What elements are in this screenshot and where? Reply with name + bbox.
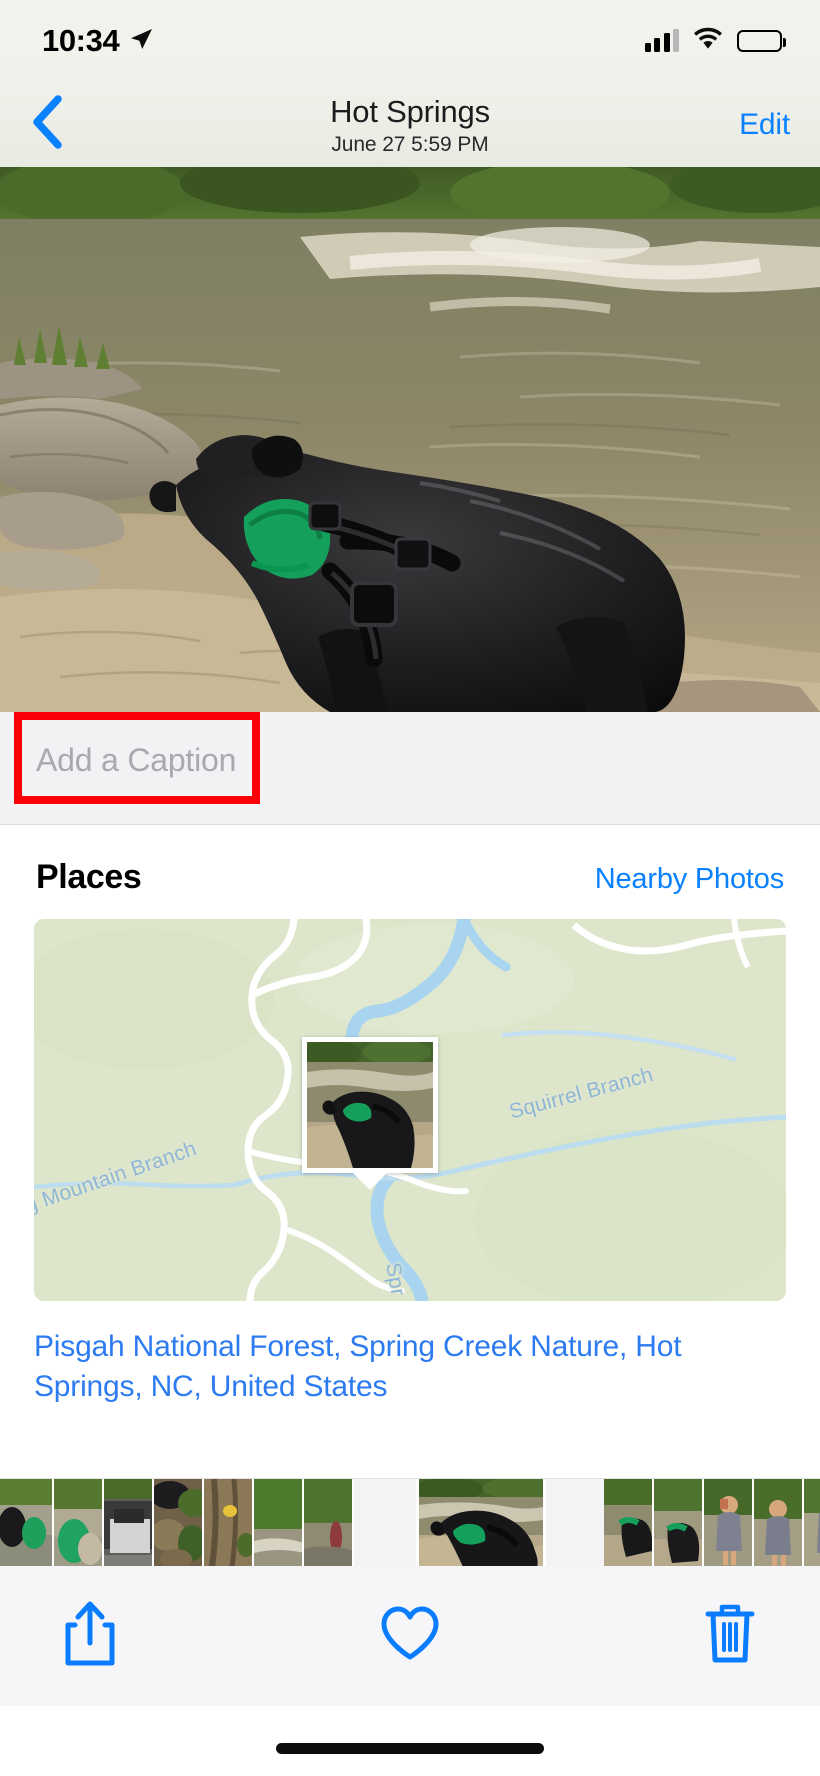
photo-filmstrip[interactable]: [0, 1478, 820, 1566]
filmstrip-thumbnail[interactable]: [704, 1479, 754, 1566]
filmstrip-gap: [546, 1479, 604, 1566]
filmstrip-thumbnail[interactable]: [804, 1479, 820, 1566]
back-button[interactable]: [12, 82, 82, 167]
navigation-bar: Hot Springs June 27 5:59 PM Edit: [0, 82, 820, 167]
location-arrow-icon: [128, 26, 154, 57]
places-header: Places Nearby Photos: [0, 826, 820, 919]
filmstrip-thumbnail[interactable]: [0, 1479, 54, 1566]
wifi-icon: [693, 27, 723, 55]
filmstrip-thumbnail[interactable]: [304, 1479, 354, 1566]
page-subtitle: June 27 5:59 PM: [331, 133, 489, 156]
chevron-left-icon: [30, 95, 64, 154]
battery-full-icon: [737, 30, 786, 52]
status-bar-left: 10:34: [42, 23, 154, 59]
places-map[interactable]: Squirrel Branch g Mountain Branch Spr: [34, 919, 786, 1301]
filmstrip-thumbnail[interactable]: [754, 1479, 804, 1566]
delete-button[interactable]: [690, 1596, 770, 1676]
nearby-photos-button[interactable]: Nearby Photos: [595, 863, 784, 896]
status-bar-right: [644, 27, 786, 55]
places-section: Places Nearby Photos Squirrel Branch g M…: [0, 826, 820, 1407]
filmstrip-thumbnail-selected[interactable]: [416, 1479, 546, 1566]
filmstrip-thumbnail[interactable]: [604, 1479, 654, 1566]
filmstrip-gap: [354, 1479, 416, 1566]
status-bar: 10:34: [0, 0, 820, 82]
photo-image: [0, 167, 820, 712]
bottom-toolbar: [0, 1566, 820, 1706]
share-icon: [62, 1599, 118, 1674]
heart-outline-icon: [379, 1605, 441, 1668]
filmstrip-thumbnail[interactable]: [104, 1479, 154, 1566]
filmstrip-thumbnail[interactable]: [154, 1479, 204, 1566]
home-indicator-bar[interactable]: [276, 1743, 544, 1754]
favorite-button[interactable]: [370, 1596, 450, 1676]
caption-row[interactable]: Add a Caption: [0, 712, 820, 825]
filmstrip-thumbnail[interactable]: [654, 1479, 704, 1566]
photos-detail-screen: 10:34 Hot Springs June 27 5:59 PM Edit A…: [0, 0, 820, 1776]
status-time: 10:34: [42, 23, 120, 58]
filmstrip-thumbnail[interactable]: [204, 1479, 254, 1566]
location-link[interactable]: Pisgah National Forest, Spring Creek Nat…: [34, 1327, 734, 1407]
photo-viewer[interactable]: [0, 167, 820, 712]
share-button[interactable]: [50, 1596, 130, 1676]
filmstrip-thumbnail[interactable]: [254, 1479, 304, 1566]
filmstrip-thumbnail[interactable]: [54, 1479, 104, 1566]
caption-input[interactable]: Add a Caption: [36, 742, 236, 779]
edit-button[interactable]: Edit: [739, 82, 790, 167]
map-photo-pin[interactable]: [302, 1037, 438, 1190]
page-title: Hot Springs: [330, 94, 490, 129]
trash-icon: [704, 1602, 756, 1671]
map-pin-tip: [351, 1171, 389, 1190]
map-photo-pin-thumbnail: [307, 1042, 433, 1168]
cellular-signal-icon: [644, 29, 679, 52]
places-title: Places: [36, 858, 142, 896]
nav-title-block: Hot Springs June 27 5:59 PM: [0, 91, 820, 158]
